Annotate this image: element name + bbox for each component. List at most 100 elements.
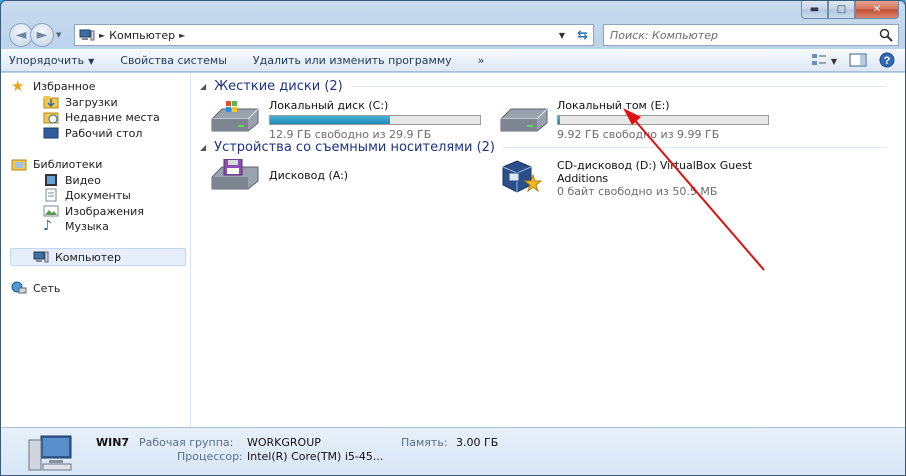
nav-documents-label: Документы (65, 188, 131, 202)
drive-e[interactable]: Локальный том (E:) 9.92 ГБ свободно из 9… (497, 99, 777, 141)
memory-label: Память: (401, 436, 448, 449)
forward-arrow-icon: ► (36, 27, 48, 43)
change-view-button[interactable] (811, 53, 827, 70)
group-divider (350, 85, 887, 87)
help-button[interactable]: ? (879, 52, 895, 71)
breadcrumb-separator[interactable]: ► (99, 31, 105, 40)
system-drive-icon (211, 101, 259, 132)
nav-favorites-label: Избранное (33, 79, 96, 93)
preview-pane-icon (849, 53, 867, 67)
organize-label: Упорядочить (9, 54, 85, 67)
nav-downloads-label: Загрузки (65, 95, 118, 109)
view-options-icon (811, 54, 826, 65)
libraries-icon (11, 159, 27, 171)
content-area: ★ Избранное Загрузки Недавние места Рабо… (1, 73, 905, 427)
virtualbox-cd-icon (502, 160, 543, 193)
nav-computer-label: Компьютер (55, 250, 121, 264)
images-icon (43, 205, 59, 217)
svg-text:?: ? (884, 55, 891, 67)
drive-a-name: Дисковод (A:) (269, 169, 349, 182)
workgroup-value: WORKGROUP (247, 436, 321, 449)
computer-icon (33, 251, 49, 263)
nav-images[interactable]: Изображения (43, 203, 144, 219)
drive-c[interactable]: Локальный диск (C:) 12.9 ГБ свободно из … (208, 99, 481, 141)
nav-computer[interactable]: Компьютер (10, 248, 186, 266)
view-dropdown[interactable]: ▼ (831, 57, 837, 66)
drive-a[interactable]: Дисковод (A:) (208, 159, 408, 195)
details-pane: WIN7 Рабочая группа: WORKGROUP Память: 3… (1, 427, 905, 475)
drive-c-usage-bar (269, 115, 481, 125)
breadcrumb-computer[interactable]: Компьютер (109, 29, 175, 42)
collapse-triangle-icon[interactable]: ◢ (200, 82, 206, 91)
computer-icon (79, 29, 95, 41)
nav-music[interactable]: ♪ Музыка (43, 218, 109, 234)
explorer-window: ▬ □ ✕ ◄ ► ▼ ► Компьютер ► ▼ ⇆ Поиск: Ком… (0, 0, 906, 476)
organize-button[interactable]: Упорядочить ▼ (9, 54, 94, 67)
nav-libraries[interactable]: Библиотеки (11, 156, 102, 172)
nav-network-label: Сеть (33, 281, 61, 295)
nav-video[interactable]: Видео (43, 172, 101, 188)
address-dropdown[interactable]: ▼ (559, 31, 565, 40)
desktop-icon (43, 127, 59, 139)
processor-value: Intel(R) Core(TM) i5-45... (247, 450, 384, 463)
nav-libraries-label: Библиотеки (33, 157, 103, 171)
system-properties-button[interactable]: Свойства системы (120, 54, 227, 67)
group-divider (503, 146, 887, 148)
back-arrow-icon: ◄ (15, 27, 27, 43)
drive-d-name-line2: Additions (557, 172, 609, 185)
nav-network[interactable]: Сеть (11, 280, 60, 296)
drive-e-usage-fill (558, 116, 561, 124)
nav-recent-places[interactable]: Недавние места (43, 109, 160, 125)
maximize-button[interactable]: □ (828, 1, 855, 19)
search-icon[interactable] (879, 28, 893, 42)
workgroup-label: Рабочая группа: (139, 436, 234, 449)
navigation-pane: ★ Избранное Загрузки Недавние места Рабо… (1, 73, 191, 427)
help-icon: ? (879, 52, 895, 68)
chevron-down-icon: ▼ (88, 57, 95, 66)
minimize-button[interactable]: ▬ (801, 1, 828, 19)
nav-documents[interactable]: Документы (43, 187, 131, 203)
group-header-removable[interactable]: ◢ Устройства со съемными носителями (2) (200, 138, 887, 156)
search-input[interactable]: Поиск: Компьютер (603, 24, 899, 46)
drive-c-name: Локальный диск (C:) (269, 99, 389, 112)
forward-button[interactable]: ► (30, 23, 54, 47)
uninstall-program-button[interactable]: Удалить или изменить программу (253, 54, 452, 67)
group-header-hard-disks[interactable]: ◢ Жесткие диски (2) (200, 77, 887, 95)
breadcrumb-separator-trailing[interactable]: ► (179, 31, 185, 40)
nav-desktop[interactable]: Рабочий стол (43, 125, 142, 141)
documents-icon (45, 188, 57, 202)
network-icon (11, 281, 27, 294)
star-icon: ★ (11, 77, 25, 95)
more-commands-button[interactable]: » (478, 54, 485, 67)
address-row: ◄ ► ▼ ► Компьютер ► ▼ ⇆ Поиск: Компьютер (9, 23, 899, 47)
nav-desktop-label: Рабочий стол (65, 126, 143, 140)
downloads-folder-icon (43, 96, 59, 109)
view-controls: ▼ ? (799, 52, 895, 71)
drive-c-usage-fill (270, 116, 390, 124)
music-icon: ♪ (43, 218, 52, 234)
group-title-removable: Устройства со съемными носителями (2) (214, 139, 496, 155)
nav-downloads[interactable]: Загрузки (43, 94, 118, 110)
collapse-triangle-icon[interactable]: ◢ (200, 143, 206, 152)
drive-d[interactable]: CD-дисковод (D:) VirtualBox Guest Additi… (497, 159, 787, 199)
drive-e-name: Локальный том (E:) (557, 99, 670, 112)
file-list-pane: ◢ Жесткие диски (2) Локальный диск (C:) (192, 73, 905, 427)
drive-d-name-line1: CD-дисковод (D:) VirtualBox Guest (557, 159, 753, 172)
address-bar[interactable]: ► Компьютер ► ▼ ⇆ (74, 24, 594, 46)
recent-pages-dropdown[interactable]: ▼ (56, 31, 68, 39)
hard-drive-icon (500, 108, 548, 132)
refresh-icon[interactable]: ⇆ (577, 28, 588, 43)
processor-label: Процессор: (177, 450, 243, 463)
computer-large-icon (28, 435, 72, 471)
drive-e-usage-bar (557, 115, 769, 125)
memory-value: 3.00 ГБ (456, 436, 499, 449)
group-title-hard-disks: Жесткие диски (2) (214, 78, 343, 94)
computer-name: WIN7 (96, 436, 130, 449)
caption-buttons: ▬ □ ✕ (801, 1, 899, 19)
preview-pane-button[interactable] (849, 53, 867, 70)
command-bar: Упорядочить ▼ Свойства системы Удалить ил… (1, 49, 905, 72)
nav-favorites[interactable]: ★ Избранное (11, 78, 95, 94)
close-button[interactable]: ✕ (855, 1, 899, 19)
floppy-drive-icon (211, 159, 259, 190)
search-placeholder: Поиск: Компьютер (610, 28, 718, 42)
